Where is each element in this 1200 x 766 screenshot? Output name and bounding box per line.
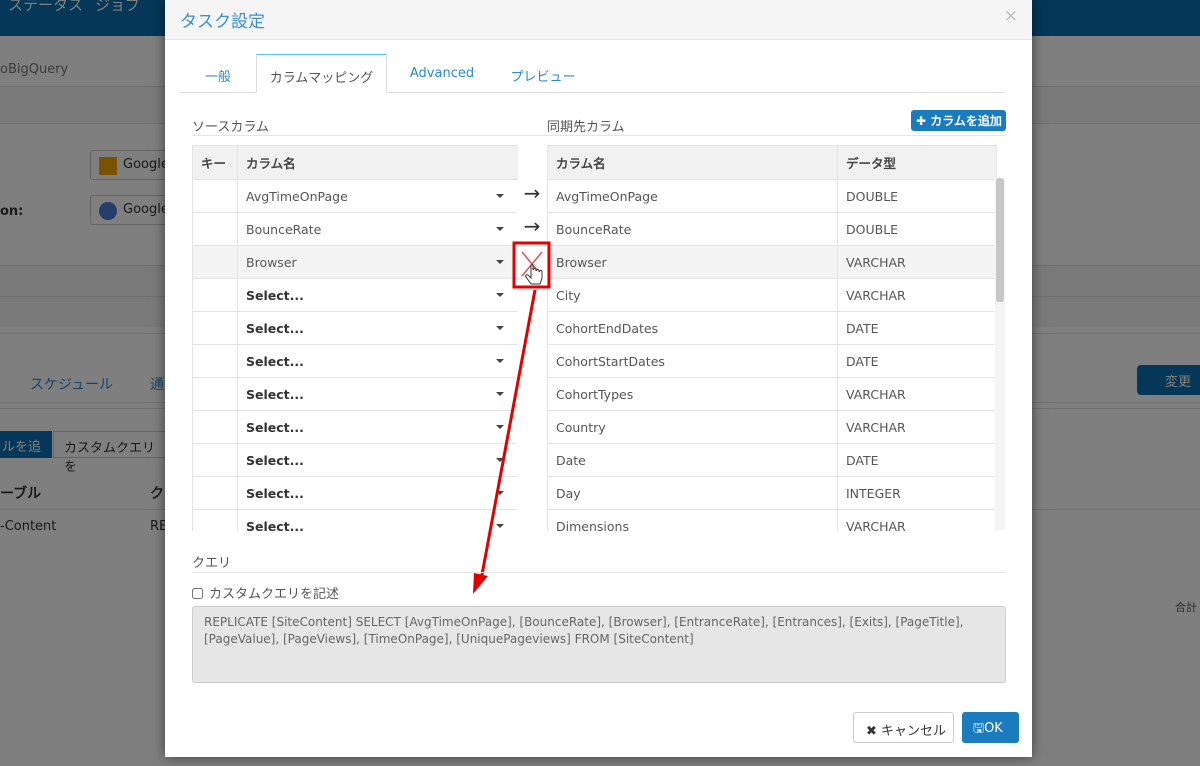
hand-cursor-icon [525,264,543,285]
cancel-button[interactable]: ✖ キャンセル [853,712,954,743]
close-icon: ✖ [866,724,882,739]
task-settings-dialog: タスク設定 × 一般 カラムマッピング Advanced プレビュー ソースカラ… [165,0,1032,757]
query-textarea[interactable]: REPLICATE [SiteContent] SELECT [AvgTimeO… [192,606,1006,683]
arrow-head [473,573,488,594]
save-icon: 🖫 [973,721,985,736]
custom-query-checkbox[interactable] [192,588,203,599]
query-section-label: クエリ [192,556,232,571]
annotation-arrow [479,289,537,581]
ok-button[interactable]: 🖫OK [962,712,1019,743]
custom-query-checkbox-label[interactable]: カスタムクエリを記述 [192,583,339,602]
